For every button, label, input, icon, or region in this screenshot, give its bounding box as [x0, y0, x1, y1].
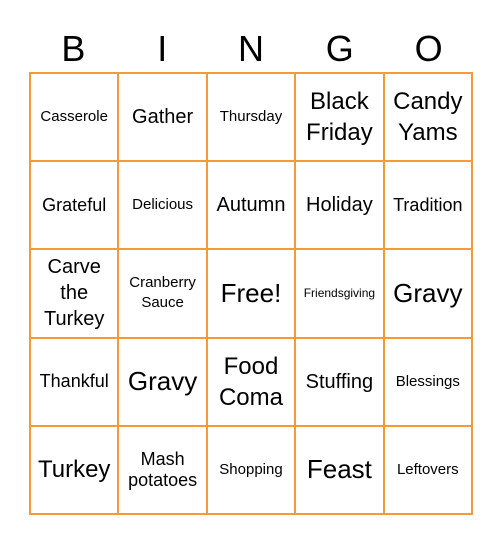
- bingo-cell[interactable]: Delicious: [118, 161, 207, 250]
- bingo-cell[interactable]: Autumn: [206, 161, 296, 250]
- header-letter-b: B: [61, 28, 86, 69]
- bingo-cell[interactable]: Gravy: [118, 337, 207, 426]
- bingo-cell[interactable]: Casserole: [30, 73, 119, 162]
- bingo-cell[interactable]: Thursday: [206, 73, 296, 162]
- bingo-cell[interactable]: Leftovers: [383, 425, 472, 514]
- bingo-cell[interactable]: Shopping: [206, 425, 296, 514]
- header-letter-g: G: [325, 28, 354, 69]
- bingo-cell[interactable]: Black Friday: [295, 73, 384, 162]
- bingo-card-grid: Casserole Gather Thursday Black Friday C…: [29, 72, 473, 515]
- bingo-cell[interactable]: Food Coma: [206, 337, 296, 426]
- bingo-cell[interactable]: Thankful: [30, 337, 119, 426]
- bingo-cell[interactable]: Friendsgiving: [295, 249, 384, 338]
- bingo-cell[interactable]: Blessings: [383, 337, 472, 426]
- bingo-cell[interactable]: Candy Yams: [383, 73, 472, 162]
- bingo-cell[interactable]: Cranberry Sauce: [118, 249, 207, 338]
- header-letter-n: N: [237, 28, 264, 69]
- bingo-cell[interactable]: Holiday: [295, 161, 384, 250]
- bingo-cell[interactable]: Feast: [295, 425, 384, 514]
- bingo-header: B I N G O: [29, 26, 473, 72]
- header-letter-o: O: [414, 28, 443, 69]
- bingo-cell[interactable]: Turkey: [30, 425, 119, 514]
- bingo-cell[interactable]: Carve the Turkey: [30, 249, 119, 338]
- bingo-cell[interactable]: Mash potatoes: [118, 425, 207, 514]
- bingo-cell[interactable]: Stuffing: [295, 337, 384, 426]
- bingo-cell[interactable]: Gravy: [383, 249, 472, 338]
- header-letter-i: I: [157, 28, 168, 69]
- bingo-cell[interactable]: Tradition: [383, 161, 472, 250]
- bingo-cell[interactable]: Gather: [118, 73, 207, 162]
- bingo-cell-free[interactable]: Free!: [206, 249, 296, 338]
- bingo-cell[interactable]: Grateful: [30, 161, 119, 250]
